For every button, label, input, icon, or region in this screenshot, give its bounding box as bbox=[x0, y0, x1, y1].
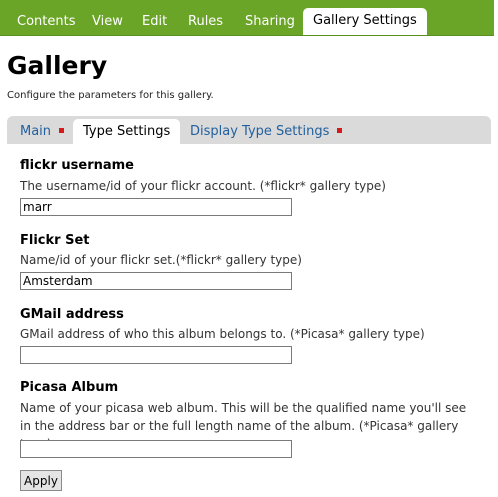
tab-gallery-settings[interactable]: Gallery Settings bbox=[303, 8, 427, 35]
subtab-display-type-settings[interactable]: Display Type Settings bbox=[190, 124, 343, 140]
subtab-main[interactable]: Main bbox=[20, 124, 65, 140]
required-marker-icon bbox=[337, 128, 343, 133]
required-marker-icon bbox=[59, 128, 65, 133]
field-label: GMail address bbox=[20, 307, 124, 322]
picasa-album-input[interactable] bbox=[20, 440, 292, 458]
page-description: Configure the parameters for this galler… bbox=[7, 90, 214, 101]
field-label: flickr username bbox=[20, 158, 134, 173]
field-label: Flickr Set bbox=[20, 233, 90, 248]
settings-subtabs: Main Type Settings Display Type Settings bbox=[7, 116, 491, 144]
field-label: Picasa Album bbox=[20, 380, 119, 395]
field-help: Name/id of your flickr set.(*flickr* gal… bbox=[20, 253, 302, 267]
tab-view[interactable]: View bbox=[92, 14, 123, 30]
flickr-set-input[interactable] bbox=[20, 272, 292, 290]
tab-contents[interactable]: Contents bbox=[17, 14, 75, 30]
field-help: The username/id of your flickr account. … bbox=[20, 179, 386, 193]
tab-rules[interactable]: Rules bbox=[188, 14, 223, 30]
subtab-type-settings[interactable]: Type Settings bbox=[73, 119, 181, 144]
gmail-address-input[interactable] bbox=[20, 346, 292, 364]
tab-edit[interactable]: Edit bbox=[142, 14, 167, 30]
subtab-display-type-settings-label: Display Type Settings bbox=[190, 124, 330, 139]
apply-button[interactable]: Apply bbox=[20, 470, 62, 491]
page-title: Gallery bbox=[7, 51, 108, 80]
subtab-main-label: Main bbox=[20, 124, 52, 139]
flickr-username-input[interactable] bbox=[20, 198, 292, 216]
top-navigation-bar: Contents View Edit Rules Sharing Gallery… bbox=[0, 0, 494, 36]
field-help: GMail address of who this album belongs … bbox=[20, 327, 425, 341]
tab-sharing[interactable]: Sharing bbox=[245, 14, 295, 30]
